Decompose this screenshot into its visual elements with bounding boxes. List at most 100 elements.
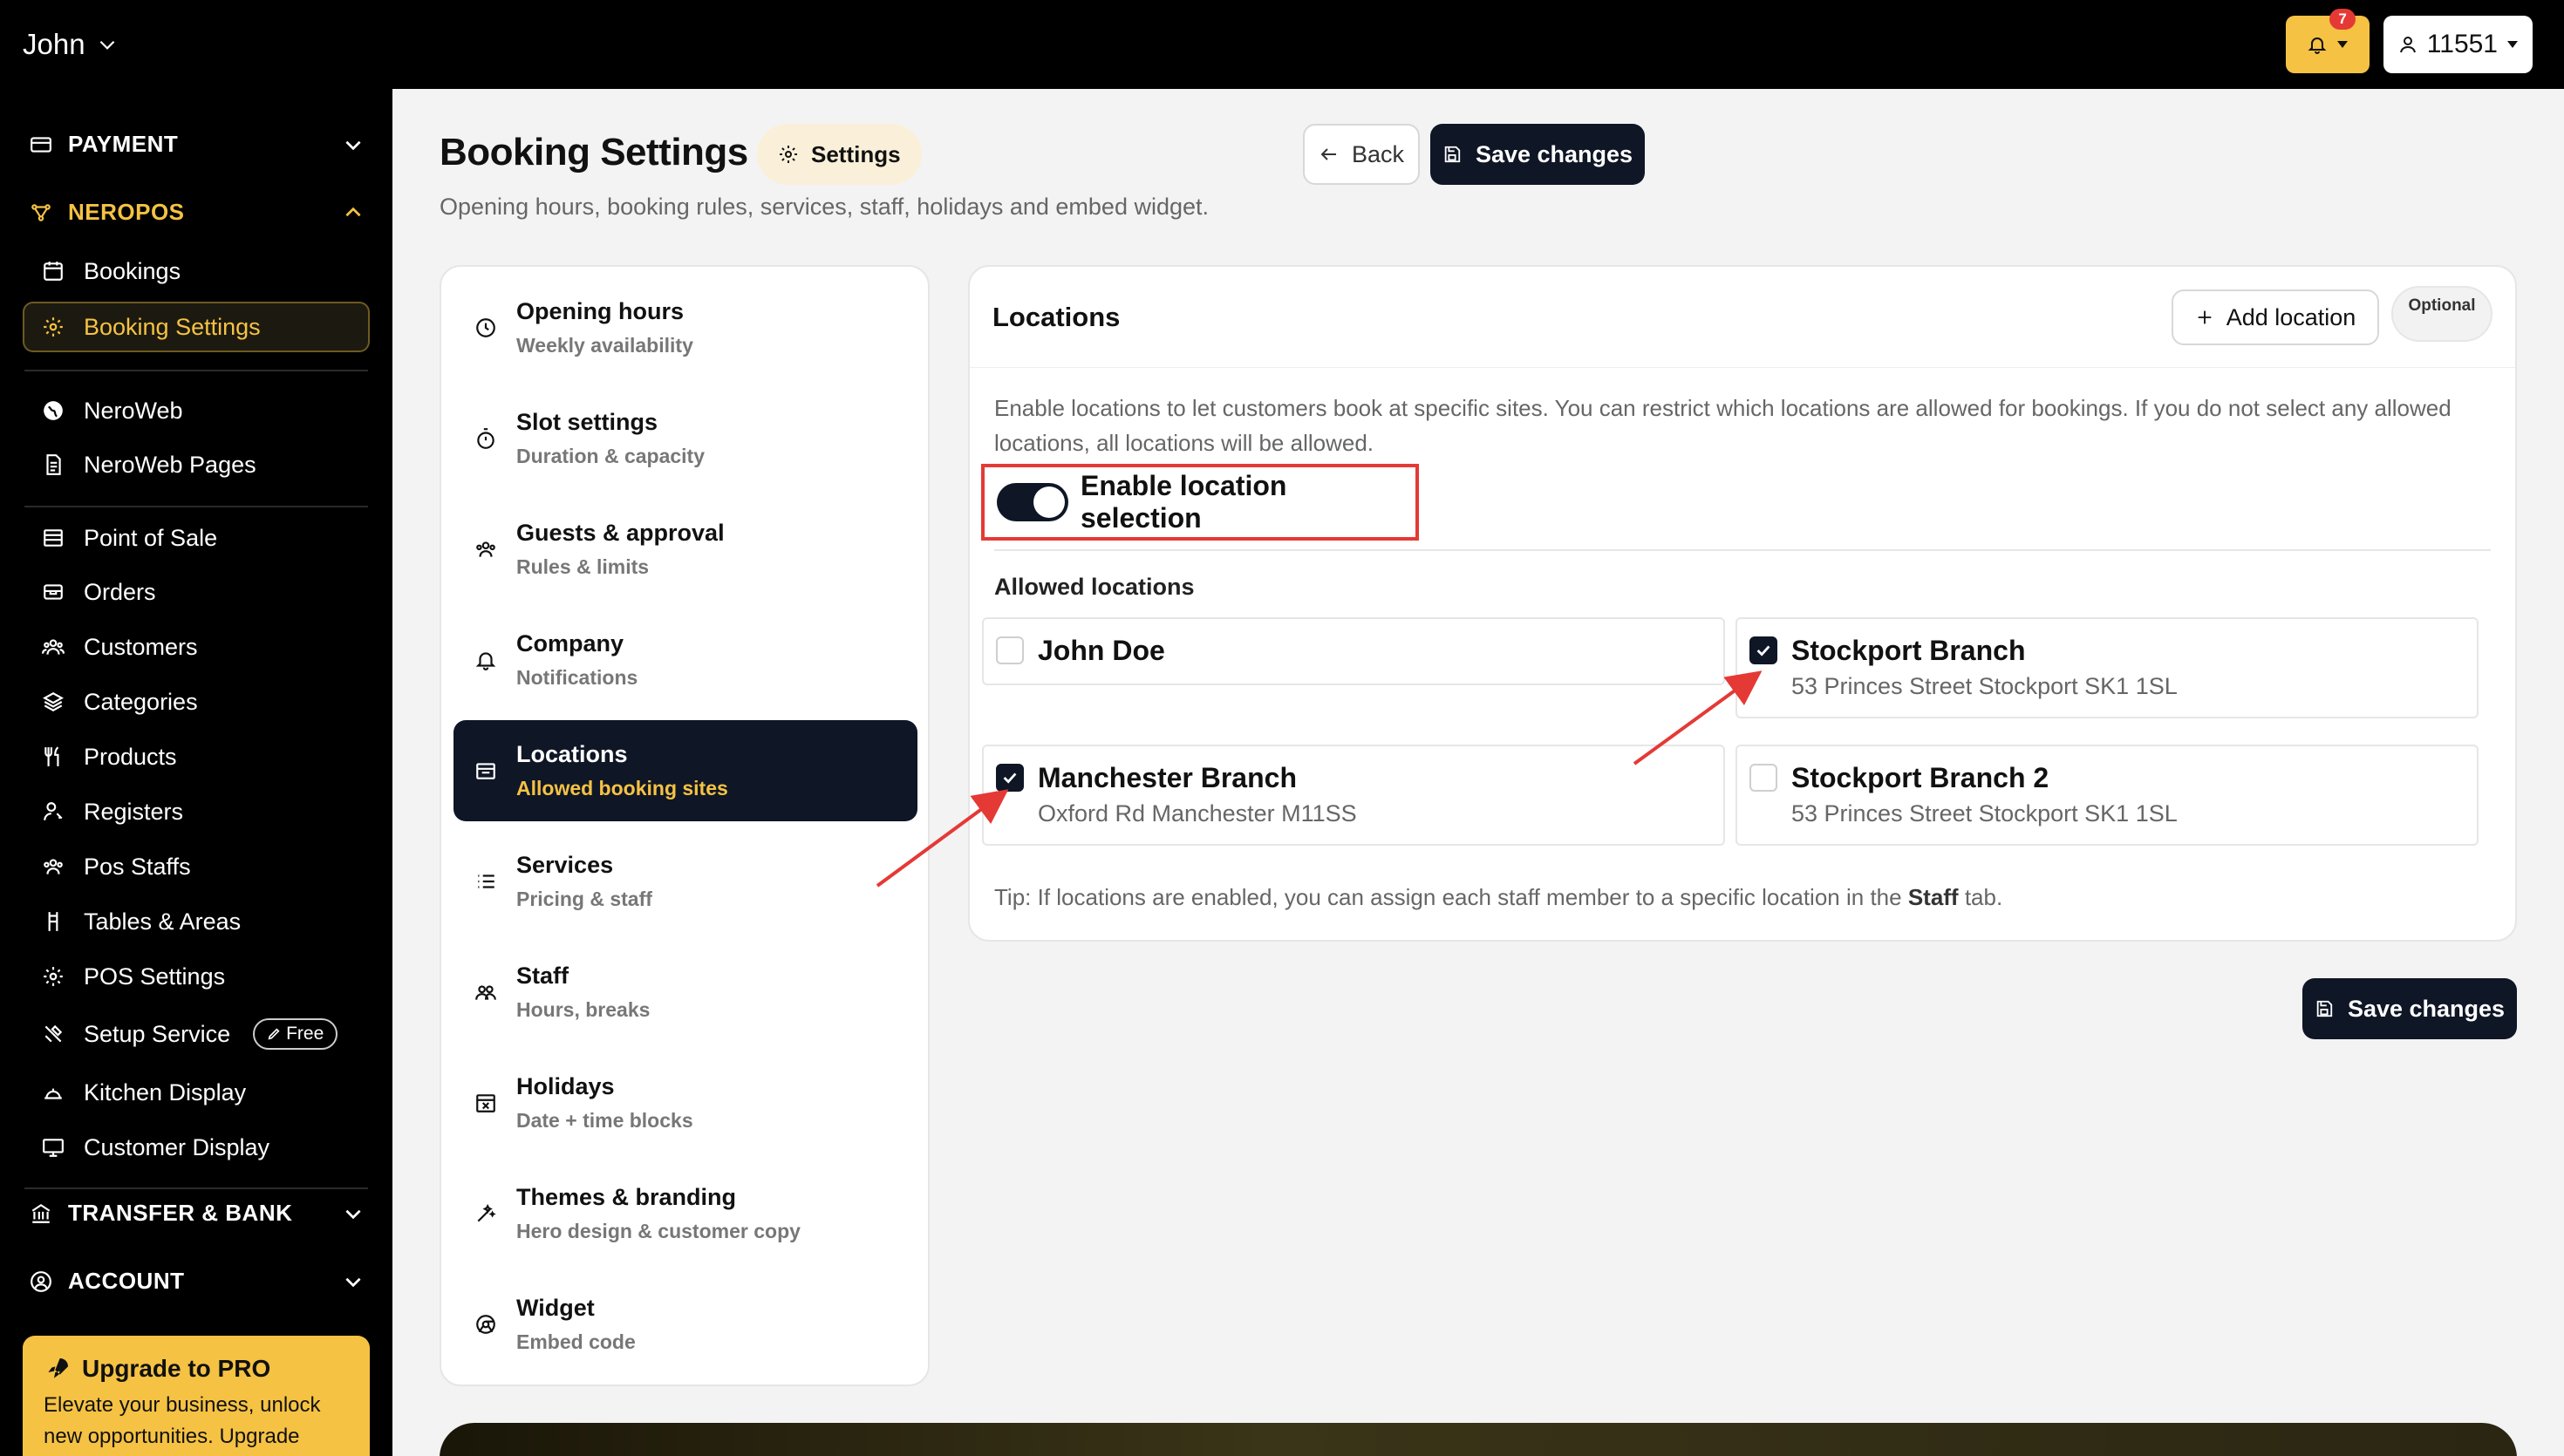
sidebar-section-neropos[interactable]: NEROPOS: [30, 199, 365, 226]
top-bar: John 7 11551: [0, 0, 2564, 89]
nav-item-slot-settings[interactable]: Slot settings Duration & capacity: [453, 388, 917, 489]
nav-label: Opening hours: [516, 298, 684, 324]
sidebar-item-tables-areas[interactable]: Tables & Areas: [24, 896, 368, 947]
toggle-knob: [1033, 486, 1065, 518]
sidebar-item-label: Point of Sale: [84, 524, 218, 551]
location-checkbox[interactable]: [996, 764, 1024, 792]
sidebar-section-label: PAYMENT: [68, 131, 179, 157]
sidebar-item-customers[interactable]: Customers: [24, 622, 368, 672]
sidebar-item-booking-settings[interactable]: Booking Settings: [23, 302, 370, 352]
sidebar-divider: [24, 1187, 368, 1189]
arrow-left-icon: [1319, 144, 1340, 165]
sidebar-item-registers[interactable]: Registers: [24, 786, 368, 837]
save-changes-button-top[interactable]: Save changes: [1430, 124, 1645, 185]
sidebar-item-categories[interactable]: Categories: [24, 677, 368, 727]
orders-icon: [42, 581, 65, 603]
add-location-button[interactable]: Add location: [2172, 289, 2379, 345]
sidebar-item-label: Categories: [84, 688, 198, 715]
utensils-icon: [42, 745, 65, 768]
layers-icon: [42, 691, 65, 713]
monitor-icon: [42, 1136, 65, 1159]
document-icon: [42, 453, 65, 476]
notifications-button[interactable]: 7: [2285, 9, 2370, 73]
sidebar-item-label: POS Settings: [84, 963, 226, 990]
caret-down-icon: [2336, 40, 2349, 49]
bank-icon: [30, 1202, 52, 1225]
globe-icon: [42, 399, 65, 422]
upgrade-text: Elevate your business, unlock new opport…: [44, 1393, 321, 1448]
sidebar-item-neroweb[interactable]: NeroWeb: [24, 385, 368, 436]
nav-label: Staff: [516, 963, 569, 989]
nav-item-staff[interactable]: Staff Hours, breaks: [453, 942, 917, 1043]
location-checkbox[interactable]: [996, 636, 1024, 664]
clock-icon: [474, 316, 497, 339]
nav-item-locations[interactable]: Locations Allowed booking sites: [453, 720, 917, 821]
account-button[interactable]: 11551: [2383, 16, 2533, 73]
nav-item-company[interactable]: Company Notifications: [453, 609, 917, 711]
tip-suffix: tab.: [1958, 884, 2003, 910]
sidebar-item-orders[interactable]: Orders: [24, 567, 368, 617]
sidebar-section-transfer-bank[interactable]: TRANSFER & BANK: [30, 1200, 365, 1227]
nav-label: Holidays: [516, 1073, 615, 1099]
nav-item-opening-hours[interactable]: Opening hours Weekly availability: [453, 277, 917, 378]
sidebar-item-bookings[interactable]: Bookings: [24, 246, 368, 296]
sidebar-section-label: ACCOUNT: [68, 1268, 185, 1294]
bottom-banner: [440, 1423, 2517, 1456]
chevron-up-icon: [342, 201, 365, 224]
sidebar-item-point-of-sale[interactable]: Point of Sale: [24, 513, 368, 563]
sidebar-item-label: Pos Staffs: [84, 853, 191, 880]
location-option-stockport-branch[interactable]: Stockport Branch 53 Princes Street Stock…: [1735, 617, 2479, 718]
sidebar-item-products[interactable]: Products: [24, 731, 368, 782]
sidebar-item-kitchen-display[interactable]: Kitchen Display: [24, 1067, 368, 1118]
sidebar-item-label: Setup Service: [84, 1020, 231, 1047]
enable-location-toggle[interactable]: [997, 483, 1068, 521]
nav-label: Slot settings: [516, 409, 658, 435]
back-button[interactable]: Back: [1303, 124, 1420, 185]
sidebar-item-label: Kitchen Display: [84, 1078, 247, 1106]
settings-nav: Opening hours Weekly availability Slot se…: [440, 265, 930, 1386]
chevron-down-icon: [342, 1270, 365, 1293]
sidebar-item-setup-service[interactable]: Setup Service Free: [24, 1009, 368, 1059]
location-checkbox[interactable]: [1749, 636, 1777, 664]
nav-item-services[interactable]: Services Pricing & staff: [453, 831, 917, 932]
sidebar-section-account[interactable]: ACCOUNT: [30, 1268, 365, 1295]
nav-item-guests-approval[interactable]: Guests & approval Rules & limits: [453, 499, 917, 600]
bell-icon: [2307, 34, 2328, 55]
sidebar-item-neroweb-pages[interactable]: NeroWeb Pages: [24, 439, 368, 490]
toggle-label: Enable location selection: [1080, 470, 1287, 534]
free-badge-label: Free: [286, 1024, 324, 1044]
cloche-icon: [42, 1081, 65, 1104]
location-option-manchester-branch[interactable]: Manchester Branch Oxford Rd Manchester M…: [982, 745, 1725, 846]
sidebar-item-label: NeroWeb: [84, 397, 183, 424]
location-option-john-doe[interactable]: John Doe: [982, 617, 1725, 685]
location-checkbox[interactable]: [1749, 764, 1777, 792]
staff-tip: Tip: If locations are enabled, you can a…: [994, 884, 2002, 911]
chevron-down-icon: [342, 1202, 365, 1225]
sidebar-item-pos-staffs[interactable]: Pos Staffs: [24, 841, 368, 892]
checkmark-icon: [1000, 768, 1019, 787]
nav-item-widget[interactable]: Widget Embed code: [453, 1274, 917, 1375]
caret-down-icon: [2506, 40, 2519, 49]
chevron-down-icon: [96, 33, 119, 56]
nav-item-themes-branding[interactable]: Themes & branding Hero design & customer …: [453, 1163, 917, 1264]
back-button-label: Back: [1351, 140, 1405, 167]
sidebar: PAYMENT NEROPOS Bookings Booking Setting…: [0, 89, 392, 1456]
chrome-icon: [474, 1313, 497, 1336]
sidebar-item-customer-display[interactable]: Customer Display: [24, 1122, 368, 1173]
nav-sub: Hours, breaks: [516, 998, 651, 1021]
calendar-x-icon: [474, 1092, 497, 1114]
location-option-stockport-branch-2[interactable]: Stockport Branch 2 53 Princes Street Sto…: [1735, 745, 2479, 846]
main-content: Booking Settings Settings Opening hours,…: [392, 89, 2564, 1456]
sidebar-section-payment[interactable]: PAYMENT: [30, 131, 365, 158]
list-icon: [474, 870, 497, 893]
sidebar-item-pos-settings[interactable]: POS Settings: [24, 951, 368, 1002]
nav-label: Themes & branding: [516, 1184, 737, 1210]
user-menu[interactable]: John: [23, 28, 119, 61]
page-title: Booking Settings: [440, 131, 748, 173]
nav-item-holidays[interactable]: Holidays Date + time blocks: [453, 1052, 917, 1153]
save-changes-button-bottom[interactable]: Save changes: [2302, 978, 2517, 1039]
upgrade-card[interactable]: Upgrade to PRO Elevate your business, un…: [23, 1336, 370, 1456]
save-icon: [2315, 999, 2334, 1018]
user-key-icon: [42, 800, 65, 823]
card-icon: [30, 133, 52, 156]
